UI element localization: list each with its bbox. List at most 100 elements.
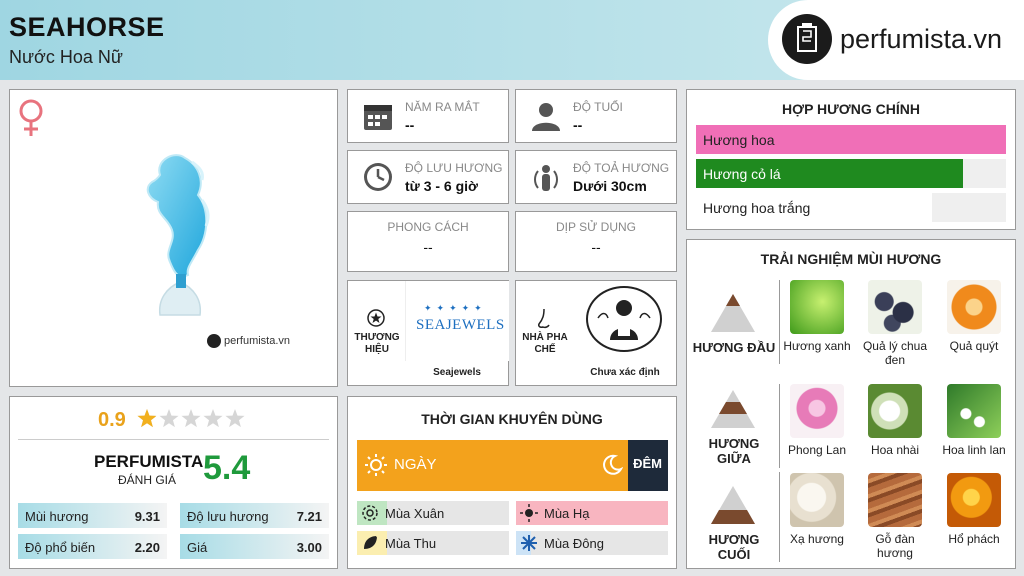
- tile-sillage: ĐỘ TOẢ HƯƠNG Dưới 30cm: [515, 150, 677, 204]
- pyramid-middle-icon: [709, 388, 757, 435]
- perfumer-image: [586, 286, 662, 352]
- tile-style: PHONG CÁCH --: [347, 211, 509, 272]
- product-bottle-image: [130, 150, 230, 335]
- note-amber-image: [947, 473, 1001, 527]
- perfume-bottle-logo-icon: [782, 14, 832, 64]
- age-value: --: [573, 117, 583, 133]
- brand-logo-text: SEAJEWELS: [416, 317, 505, 333]
- brand-label: THƯƠNG HIỆU: [354, 332, 400, 355]
- note-label: Hổ phách: [948, 532, 1000, 546]
- rating-card: 0.9 PERFUMISTA ĐÁNH GIÁ 5.4 Mùi hương 9.3…: [9, 396, 338, 569]
- perfumista-title: PERFUMISTA: [94, 452, 204, 471]
- tile-perfumer[interactable]: NHÀ PHA CHẾ Chưa xác định: [515, 280, 677, 386]
- sillage-label: ĐỘ TOẢ HƯƠNG: [573, 161, 670, 175]
- star-badge-icon: [367, 309, 385, 327]
- brand-site-text: perfumista.vn: [840, 24, 1003, 54]
- star-empty-icon[interactable]: [159, 409, 179, 428]
- day-night-bar: NGÀY ĐÊM: [357, 440, 668, 491]
- season-summer-label: Mùa Hạ: [544, 506, 590, 521]
- star-filled-icon[interactable]: [137, 409, 156, 428]
- nose-icon: [538, 308, 550, 329]
- person-icon: [532, 103, 560, 131]
- female-symbol-icon: [16, 98, 46, 143]
- flower-icon: [362, 505, 378, 521]
- note-lily-of-valley-image: [947, 384, 1001, 438]
- perfumer-avatar-icon: [597, 300, 651, 340]
- style-value: --: [423, 239, 433, 255]
- note-label: Hoa linh lan: [942, 443, 1006, 457]
- recommended-time-title: THỜI GIAN KHUYÊN DÙNG: [421, 411, 603, 427]
- calendar-icon: [364, 105, 392, 130]
- product-subtitle: Nước Hoa Nữ: [9, 47, 123, 67]
- brand-logo[interactable]: perfumista.vn: [768, 0, 1024, 80]
- accord-bar: Hương hoa trắng: [696, 193, 1006, 222]
- release-year-value: --: [405, 117, 415, 133]
- season-spring-label: Mùa Xuân: [385, 506, 445, 521]
- note-musk-image: [790, 473, 844, 527]
- longevity-value: từ 3 - 6 giờ: [405, 178, 478, 194]
- perfumer-name: Chưa xác định: [590, 367, 660, 378]
- note-label: Phong Lan: [787, 443, 847, 457]
- star-empty-icon[interactable]: [225, 409, 245, 428]
- stage-top-label: HƯƠNG ĐẦU: [692, 340, 776, 355]
- note-blackcurrant-image: [868, 280, 922, 334]
- product-image-card: perfumista.vn: [9, 89, 338, 387]
- sillage-value: Dưới 30cm: [573, 178, 647, 194]
- perfumer-label: NHÀ PHA CHẾ: [522, 332, 568, 355]
- stage-divider: [779, 472, 780, 562]
- accord-label: Hương hoa trắng: [703, 200, 811, 216]
- sun-icon: [365, 454, 387, 476]
- accord-bar: Hương hoa: [696, 125, 1006, 154]
- tile-brand[interactable]: THƯƠNG HIỆU ✦✦✦✦✦ SEAJEWELS Seajewels: [347, 280, 509, 386]
- season-summer-level: [516, 501, 668, 525]
- perfumista-score: 5.4: [203, 449, 251, 487]
- release-year-label: NĂM RA MẮT: [405, 100, 480, 114]
- stat-scent: Mùi hương 9.31: [18, 503, 167, 528]
- perfume-bottle-logo-icon: [207, 334, 221, 348]
- note-label: Xạ hương: [790, 532, 844, 546]
- star-rating-icon: [137, 409, 245, 428]
- accord-label: Hương cỏ lá: [703, 166, 781, 182]
- recommended-time-card: THỜI GIAN KHUYÊN DÙNG NGÀY ĐÊM Mùa Xuân …: [347, 396, 677, 569]
- star-rating[interactable]: [136, 407, 256, 436]
- tile-age: ĐỘ TUỔI --: [515, 89, 677, 143]
- season-winter: Mùa Đông: [516, 531, 668, 555]
- note-green-image: [790, 280, 844, 334]
- divider: [18, 439, 329, 440]
- stat-price: Giá 3.00: [180, 534, 329, 559]
- day-segment: NGÀY: [357, 440, 628, 491]
- brand-name: Seajewels: [433, 367, 481, 378]
- tile-release-year: NĂM RA MẮT --: [347, 89, 509, 143]
- user-score: 0.9: [98, 409, 126, 431]
- star-empty-icon[interactable]: [203, 409, 223, 428]
- pyramid-top-icon: [709, 292, 757, 339]
- star-empty-icon[interactable]: [181, 409, 201, 428]
- tile-longevity: ĐỘ LƯU HƯƠNG từ 3 - 6 giờ: [347, 150, 509, 204]
- leaf-icon: [364, 536, 377, 549]
- stat-longevity: Độ lưu hương 7.21: [180, 503, 329, 528]
- note-label: Hoa nhài: [870, 443, 920, 457]
- season-summer: Mùa Hạ: [516, 501, 668, 525]
- sillage-person-icon: [534, 165, 558, 191]
- clock-icon: [364, 163, 392, 191]
- brand-logo-dots: ✦✦✦✦✦: [424, 303, 487, 313]
- season-winter-label: Mùa Đông: [544, 536, 604, 551]
- note-mandarin-image: [947, 280, 1001, 334]
- age-label: ĐỘ TUỔI: [573, 100, 623, 114]
- day-label: NGÀY: [394, 456, 437, 473]
- occasion-label: DỊP SỬ DỤNG: [555, 220, 637, 234]
- note-label: Gỗ đàn hương: [875, 532, 915, 560]
- season-autumn-label: Mùa Thu: [385, 536, 437, 551]
- style-label: PHONG CÁCH: [387, 220, 469, 234]
- accord-label: Hương hoa: [703, 132, 775, 148]
- season-autumn: Mùa Thu: [357, 531, 509, 555]
- tile-occasion: DỊP SỬ DỤNG --: [515, 211, 677, 272]
- scent-experience-card: TRẢI NGHIỆM MÙI HƯƠNG HƯƠNG ĐẦU HƯƠNG GI…: [686, 239, 1016, 569]
- note-sandalwood-image: [868, 473, 922, 527]
- header-banner: SEAHORSE Nước Hoa Nữ perfumista.vn: [0, 0, 1024, 80]
- accord-bar: Hương cỏ lá: [696, 159, 1006, 188]
- product-name: SEAHORSE: [9, 12, 165, 42]
- occasion-value: --: [591, 239, 601, 255]
- note-jasmine-image: [868, 384, 922, 438]
- main-accords-title: HỢP HƯƠNG CHÍNH: [782, 101, 920, 117]
